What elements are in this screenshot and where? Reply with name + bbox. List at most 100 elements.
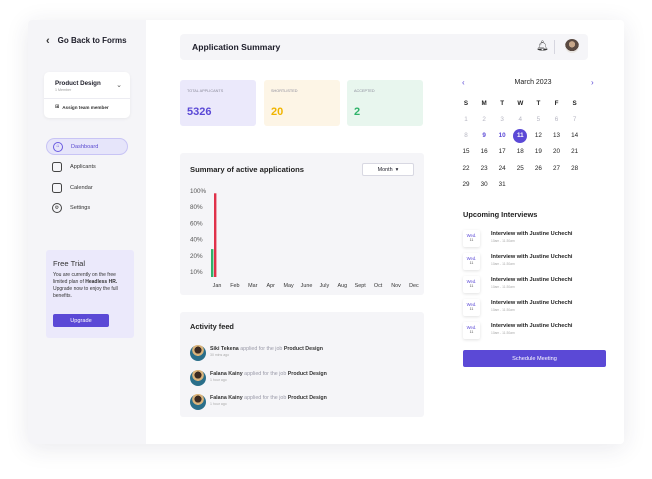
calendar-day[interactable]: 19 (531, 145, 545, 159)
list-item[interactable]: Falana Kainy applied for the job Product… (190, 368, 327, 388)
sidebar-item-applicants[interactable]: Applicants (46, 159, 128, 176)
calendar-day[interactable]: 16 (477, 145, 491, 159)
calendar-day[interactable]: 1 (459, 112, 473, 126)
calendar-day[interactable]: 14 (568, 129, 582, 143)
calendar-day[interactable]: 2 (477, 112, 491, 126)
stat-label: Shortlisted (271, 89, 298, 93)
calendar-day[interactable]: 6 (550, 112, 564, 126)
assign-team-member-button[interactable]: ⊞ Assign team member (55, 104, 109, 110)
free-trial-card: Free Trial You are currently on the free… (46, 250, 134, 338)
interview-item[interactable]: Wed. 11 Interview with Justine Uchechi 10am… (463, 276, 593, 294)
calendar-day-selected[interactable]: 11 (513, 128, 528, 143)
calendar-day[interactable]: 18 (513, 145, 527, 159)
bell-icon[interactable]: 🔔︎ (536, 41, 549, 52)
interview-day: 11 (469, 238, 474, 242)
calendar-day[interactable]: 30 (477, 178, 491, 192)
job-name: Product Design (287, 395, 327, 401)
calendar-day[interactable]: 29 (459, 178, 473, 192)
calendar-day[interactable]: 28 (568, 161, 582, 175)
y-tick-label: 10% (190, 269, 203, 276)
back-to-forms-link[interactable]: ‹ Go Back to Forms (46, 35, 127, 46)
schedule-meeting-button[interactable]: Schedule Meeting (463, 350, 606, 367)
team-selector[interactable]: Product Design 1 Member ⌄ ⊞ Assign team … (44, 72, 130, 118)
calendar-day[interactable]: 22 (459, 161, 473, 175)
back-label: Go Back to Forms (57, 36, 127, 45)
calendar-day[interactable]: 4 (513, 112, 527, 126)
calendar-day[interactable]: 20 (550, 145, 564, 159)
calendar-day[interactable]: 7 (568, 112, 582, 126)
interview-day: 11 (469, 261, 474, 265)
calendar-header: ‹ March 2023 › (458, 78, 608, 90)
activity-time: 1 hour ago (210, 402, 227, 406)
x-tick-label: Aug (338, 283, 348, 289)
add-user-icon: ⊞ (55, 104, 60, 110)
chevron-right-icon[interactable]: › (591, 78, 594, 87)
interview-time: 10am - 11:30am (491, 262, 515, 266)
trial-text: You are currently on the free limited pl… (53, 272, 127, 300)
interview-date-badge: Wed. 11 (463, 276, 480, 293)
summary-chart-card: Summary of active applications Month ▾ 1… (180, 153, 424, 295)
activity-title: Activity feed (190, 322, 234, 331)
activity-feed: Activity feed Siki Tekena applied for th… (180, 312, 424, 417)
calendar-month-title: March 2023 (514, 79, 552, 86)
calendar-day[interactable]: 3 (495, 112, 509, 126)
activity-time: 1 hour ago (210, 378, 227, 382)
x-tick-label: Apr (267, 283, 276, 289)
interview-title: Interview with Justine Uchechi (491, 300, 573, 306)
y-tick-label: 100% (190, 188, 207, 195)
team-member-count: 1 Member (55, 88, 72, 92)
brand-name: Headless HR. (85, 279, 118, 285)
x-tick-label: May (284, 283, 294, 289)
sidebar-item-dashboard[interactable]: ⌂ Dashboard (46, 138, 128, 155)
assign-label: Assign team member (62, 104, 109, 110)
calendar-day[interactable]: 31 (495, 178, 509, 192)
sidebar-item-settings[interactable]: ⚙ Settings (46, 200, 128, 217)
upgrade-button[interactable]: Upgrade (53, 314, 109, 327)
calendar-day[interactable]: 9 (477, 129, 491, 143)
calendar-day[interactable]: 8 (459, 129, 473, 143)
interview-title: Interview with Justine Uchechi (491, 323, 573, 329)
briefcase-icon (52, 162, 62, 172)
list-item[interactable]: Falana Kainy applied for the job Product… (190, 392, 327, 412)
calendar-day[interactable]: 25 (513, 161, 527, 175)
calendar-day[interactable]: 21 (568, 145, 582, 159)
sidebar-nav: ⌂ Dashboard Applicants Calendar ⚙ Settin… (46, 138, 128, 220)
avatar[interactable] (565, 39, 579, 53)
job-name: Product Design (287, 371, 327, 377)
stat-card-shortlisted: Shortlisted 20 (264, 80, 340, 126)
main-content: Application Summary 🔔︎ Total Applicants … (146, 20, 624, 444)
x-tick-label: Jan (213, 283, 222, 289)
interview-item[interactable]: Wed. 11 Interview with Justine Uchechi 10am… (463, 253, 593, 271)
sidebar-item-calendar[interactable]: Calendar (46, 179, 128, 196)
page-title: Application Summary (192, 42, 281, 52)
calendar-day[interactable]: 26 (531, 161, 545, 175)
calendar-day[interactable]: 15 (459, 145, 473, 159)
chart-bar[interactable] (214, 193, 217, 277)
interview-day: 11 (469, 284, 474, 288)
chevron-down-icon[interactable]: ⌄ (116, 81, 122, 89)
calendar-day[interactable]: 23 (477, 161, 491, 175)
calendar-day[interactable]: 5 (531, 112, 545, 126)
interview-item[interactable]: Wed. 11 Interview with Justine Uchechi 10am… (463, 322, 593, 340)
sidebar: ‹ Go Back to Forms Product Design 1 Memb… (28, 20, 146, 444)
list-item[interactable]: Siki Tekena applied for the job Product … (190, 343, 323, 363)
stat-card-total-applicants: Total Applicants 5326 (180, 80, 256, 126)
y-tick-label: 20% (190, 253, 203, 260)
calendar-day[interactable]: 12 (531, 129, 545, 143)
interview-time: 10am - 11:30am (491, 285, 515, 289)
calendar-day[interactable]: 13 (550, 129, 564, 143)
calendar-day[interactable]: 24 (495, 161, 509, 175)
interview-item[interactable]: Wed. 11 Interview with Justine Uchechi 10am… (463, 299, 593, 317)
activity-time: 30 mins ago (210, 353, 230, 357)
chart-bar[interactable] (211, 249, 214, 277)
calendar-day[interactable]: 10 (495, 129, 509, 143)
calendar: ‹ March 2023 › S M T W T F S 1 2 3 4 5 6 7 8 9 10 11 12 13 1… (458, 78, 608, 188)
summary-bar-chart: 100% 80% 60% 40% 20% 10% Jan Feb Mar Apr May June Ju… (190, 188, 419, 289)
interview-title: Interview with Justine Uchechi (491, 277, 573, 283)
stat-card-accepted: Accepted 2 (347, 80, 423, 126)
interview-item[interactable]: Wed. 11 Interview with Justine Uchechi 10am… (463, 230, 593, 248)
calendar-day[interactable]: 17 (495, 145, 509, 159)
avatar (190, 345, 206, 361)
calendar-day[interactable]: 27 (550, 161, 564, 175)
activity-action: applied for the job (238, 346, 284, 352)
